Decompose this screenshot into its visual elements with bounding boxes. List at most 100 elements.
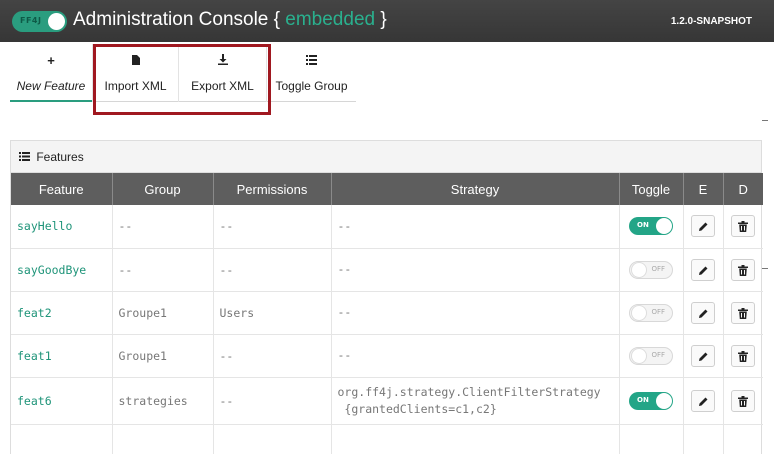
toggle-group-label: Toggle Group	[275, 79, 348, 93]
edit-button[interactable]	[691, 301, 715, 324]
feature-toggle-switch[interactable]: OFF	[629, 303, 673, 322]
strategy-text: org.ff4j.strategy.ClientFilterStrategy	[337, 384, 601, 399]
feature-toggle-switch[interactable]: OFF	[629, 260, 673, 279]
table-row: sayHello -- -- -- ON	[11, 205, 763, 249]
feature-toggle-switch[interactable]: ON	[629, 217, 673, 236]
strategy-text: --	[337, 262, 352, 276]
delete-cell	[723, 248, 763, 292]
group-cell: --	[112, 248, 214, 292]
col-header-permissions[interactable]: Permissions	[213, 173, 332, 205]
edit-button[interactable]	[691, 389, 715, 412]
strategy-text: --	[337, 218, 352, 233]
toggle-knob	[656, 392, 672, 409]
edit-button[interactable]	[691, 344, 715, 367]
toggle-knob	[631, 261, 647, 278]
table-header-row: Feature Group Permissions Strategy Toggl…	[11, 173, 763, 205]
toggle-state-label: ON	[637, 221, 649, 230]
permissions-cell: --	[213, 334, 332, 378]
edit-cell	[683, 377, 724, 425]
toggle-knob	[631, 304, 647, 321]
strategy-text: --	[337, 348, 352, 362]
panel-title: Features	[36, 150, 84, 164]
delete-cell	[723, 334, 763, 378]
toggle-cell: OFF	[619, 291, 684, 335]
delete-button[interactable]	[731, 344, 756, 367]
app-header: FF4J Administration Console { embedded }…	[0, 0, 774, 42]
group-cell: Groupe1	[112, 334, 214, 378]
strategy-text: --	[337, 305, 352, 319]
strategy-cell: org.ff4j.strategy.ClientFilterStrategy {…	[331, 377, 620, 425]
edit-button[interactable]	[691, 215, 715, 238]
edit-cell	[683, 248, 724, 292]
col-header-edit[interactable]: E	[683, 173, 724, 205]
strategy-params: {grantedClients=c1,c2}	[337, 401, 497, 416]
col-header-strategy[interactable]: Strategy	[331, 173, 620, 205]
features-table: Feature Group Permissions Strategy Toggl…	[11, 173, 763, 454]
toggle-state-label: OFF	[651, 264, 665, 273]
toggle-state-label: ON	[637, 395, 649, 404]
logo-knob	[48, 13, 65, 30]
delete-cell	[723, 205, 763, 249]
group-cell: strategies	[112, 377, 214, 425]
feature-name-cell[interactable]: sayGoodBye	[11, 248, 113, 292]
toggle-cell: ON	[619, 377, 684, 425]
toggle-group-button[interactable]: Toggle Group	[266, 44, 356, 102]
version-label: 1.2.0-SNAPSHOT	[670, 16, 752, 27]
col-header-feature[interactable]: Feature	[11, 173, 113, 205]
table-row: sayGoodBye -- -- -- OFF	[11, 248, 763, 292]
panel-header: Features	[11, 141, 761, 173]
feature-name-cell[interactable]: feat2	[11, 291, 113, 335]
delete-button[interactable]	[731, 258, 756, 281]
edit-cell	[683, 291, 724, 335]
feature-toggle-switch[interactable]: ON	[629, 391, 673, 410]
edit-button[interactable]	[691, 258, 715, 281]
toggle-cell: OFF	[619, 334, 684, 378]
logo-text: FF4J	[20, 16, 42, 25]
table-row: feat6 strategies -- org.ff4j.strategy.Clien…	[11, 377, 763, 425]
feature-name-cell[interactable]: feat1	[11, 334, 113, 378]
permissions-cell: --	[213, 377, 332, 425]
list-icon	[19, 150, 33, 164]
group-cell: --	[112, 205, 214, 249]
toggle-state-label: OFF	[651, 350, 665, 359]
highlight-annotation-box	[93, 44, 271, 115]
delete-button[interactable]	[731, 215, 756, 238]
col-header-toggle[interactable]: Toggle	[619, 173, 684, 205]
table-row: feat1 Groupe1 -- -- OFF	[11, 334, 763, 378]
toggle-knob	[656, 218, 672, 235]
strategy-cell: --	[331, 334, 620, 378]
strategy-cell: --	[331, 205, 620, 249]
edge-tick	[762, 120, 768, 121]
strategy-cell: --	[331, 291, 620, 335]
delete-button[interactable]	[731, 301, 756, 324]
delete-cell	[723, 291, 763, 335]
permissions-cell: Users	[213, 291, 332, 335]
table-row: feat2 Groupe1 Users -- OFF	[11, 291, 763, 335]
edit-cell	[683, 205, 724, 249]
table-row	[11, 424, 763, 454]
toggle-cell: OFF	[619, 248, 684, 292]
col-header-group[interactable]: Group	[112, 173, 214, 205]
list-icon	[267, 54, 356, 68]
features-panel: Features Feature Group Permissions Strat…	[10, 140, 763, 454]
feature-name-cell[interactable]: feat6	[11, 377, 113, 425]
toggle-cell: ON	[619, 205, 684, 249]
permissions-cell: --	[213, 248, 332, 292]
edit-cell	[683, 334, 724, 378]
new-feature-label: New Feature	[16, 79, 86, 93]
app-title-suffix: }	[380, 9, 387, 30]
logo-toggle[interactable]: FF4J	[12, 11, 67, 32]
toggle-knob	[631, 347, 647, 364]
col-header-delete[interactable]: D	[723, 173, 763, 205]
group-cell: Groupe1	[112, 291, 214, 335]
feature-name-cell[interactable]: sayHello	[11, 205, 113, 249]
permissions-cell: --	[213, 205, 332, 249]
strategy-cell: --	[331, 248, 620, 292]
delete-button[interactable]	[731, 389, 756, 412]
app-title: Administration Console { embedded }	[73, 9, 387, 31]
plus-icon: +	[47, 53, 55, 68]
app-title-prefix: Administration Console {	[73, 9, 280, 30]
feature-toggle-switch[interactable]: OFF	[629, 346, 673, 365]
app-title-env: embedded	[280, 9, 381, 30]
new-feature-button[interactable]: + New Feature	[10, 44, 92, 102]
